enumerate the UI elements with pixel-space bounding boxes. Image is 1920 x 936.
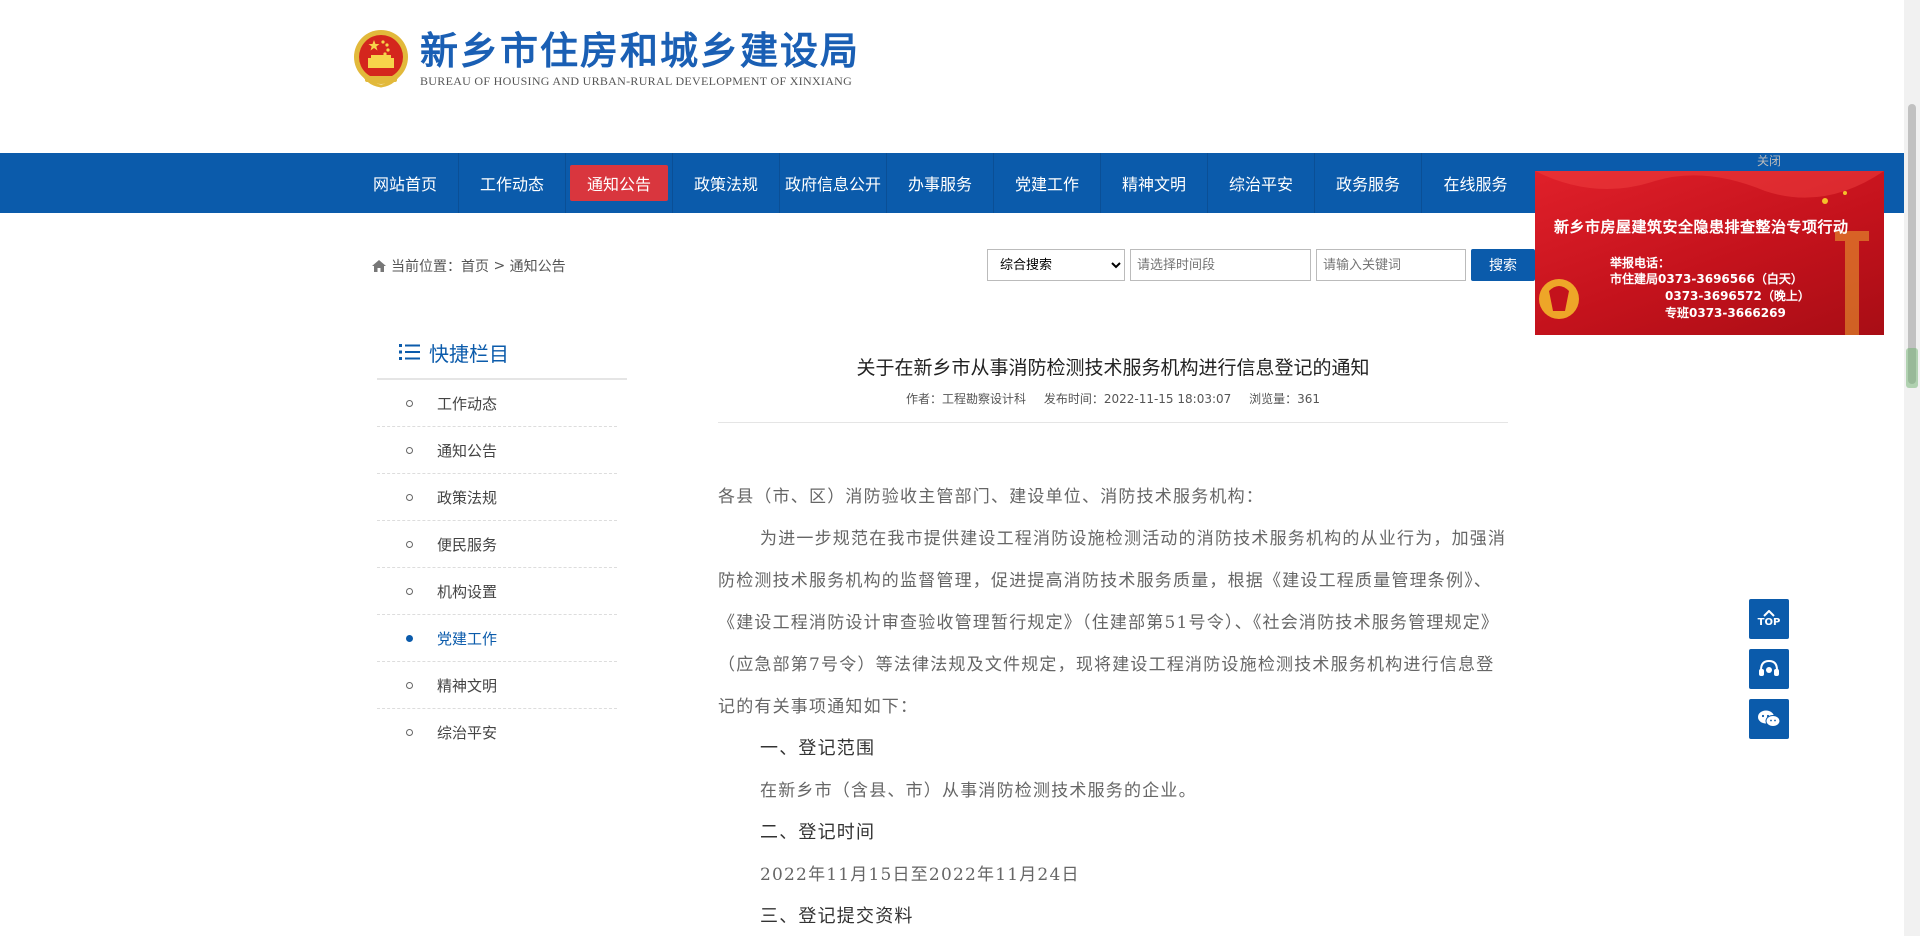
ad-hotline-task: 专班0373-3666269: [1665, 306, 1786, 320]
article-meta: 作者：工程勘察设计科 发布时间：2022-11-15 18:03:07 浏览量：…: [718, 390, 1508, 407]
ad-title: 新乡市房屋建筑安全隐患排查整治专项行动: [1554, 218, 1849, 236]
nav-item-online[interactable]: 在线服务: [1422, 153, 1529, 213]
sidebar-item-label: 综治平安: [437, 724, 498, 742]
wechat-button[interactable]: [1749, 699, 1789, 739]
keyword-input[interactable]: [1316, 249, 1466, 281]
bullet-icon: [406, 446, 413, 454]
article-divider: [718, 422, 1508, 423]
article-published: 发布时间：2022-11-15 18:03:07: [1043, 392, 1232, 406]
sidebar-item-label: 工作动态: [437, 394, 498, 413]
nav-item-civilization[interactable]: 精神文明: [1101, 153, 1208, 213]
time-range-input[interactable]: [1130, 249, 1311, 281]
bullet-icon: [406, 634, 413, 642]
sidebar-list: 工作动态 通知公告 政策法规 便民服务 机构设置 党建工作 精神文明 综治平安: [377, 380, 617, 756]
arrow-up-icon: [1763, 610, 1775, 617]
site-title: 新乡市住房和城乡建设局: [420, 28, 861, 73]
bullet-icon: [406, 540, 413, 548]
nav-label: 政务服务: [1335, 175, 1400, 194]
breadcrumb-current-link[interactable]: 通知公告: [510, 256, 566, 276]
sidebar-item-civilization[interactable]: 精神文明: [377, 662, 617, 709]
nav-label: 政策法规: [693, 175, 758, 194]
sidebar-item-label: 机构设置: [437, 582, 498, 601]
nav-label: 在线服务: [1443, 175, 1508, 194]
article-body: 各县（市、区）消防验收主管部门、建设单位、消防技术服务机构： 为进一步规范在我市…: [718, 476, 1508, 936]
article-intro: 为进一步规范在我市提供建设工程消防设施检测活动的消防技术服务机构的从业行为，加强…: [718, 529, 1507, 717]
nav-label: 精神文明: [1121, 175, 1186, 194]
nav-item-services[interactable]: 办事服务: [887, 153, 994, 213]
sidebar-item-convenience[interactable]: 便民服务: [377, 521, 617, 568]
bullet-icon: [406, 729, 413, 736]
nav-label: 党建工作: [1014, 175, 1079, 194]
article-title: 关于在新乡市从事消防检测技术服务机构进行信息登记的通知: [856, 357, 1370, 379]
nav-item-policies[interactable]: 政策法规: [673, 153, 780, 213]
quick-links-sidebar: 快捷栏目 工作动态 通知公告 政策法规 便民服务 机构设置 党建工作 精神文明 …: [377, 330, 627, 756]
section-text: 2022年11月15日至2022年11月24日: [760, 865, 1080, 885]
article-salutation: 各县（市、区）消防验收主管部门、建设单位、消防技术服务机构：: [718, 487, 1264, 507]
customer-service-button[interactable]: [1749, 649, 1789, 689]
nav-label: 政府信息公开: [784, 175, 881, 194]
nav-item-home[interactable]: 网站首页: [352, 153, 459, 213]
ad-hotline-day: 市住建局0373-3696566（白天）: [1610, 272, 1803, 286]
list-icon: [399, 344, 420, 360]
nav-item-party[interactable]: 党建工作: [994, 153, 1101, 213]
page-scrollbar[interactable]: [1904, 0, 1920, 936]
search-bar: 综合搜索 搜索: [987, 249, 1535, 281]
article-author: 作者：工程勘察设计科: [905, 392, 1026, 406]
home-icon: [372, 260, 386, 272]
sidebar-item-label: 通知公告: [437, 441, 498, 460]
search-button[interactable]: 搜索: [1471, 249, 1535, 281]
scrollbar-thumb[interactable]: [1908, 104, 1916, 384]
section-heading: 三、登记提交资料: [760, 906, 914, 927]
site-header: 新乡市住房和城乡建设局 BUREAU OF HOUSING AND URBAN-…: [0, 0, 1904, 153]
nav-item-work-news[interactable]: 工作动态: [459, 153, 566, 213]
back-to-top-button[interactable]: TOP: [1749, 599, 1789, 639]
nav-label: 网站首页: [372, 175, 437, 194]
scrollbar-marker: [1906, 348, 1918, 388]
nav-label: 办事服务: [907, 175, 972, 194]
sidebar-item-notices[interactable]: 通知公告: [377, 427, 617, 474]
breadcrumb-prefix: 当前位置：: [391, 259, 461, 275]
national-emblem-icon: [354, 30, 408, 88]
ad-hotline-label: 举报电话：: [1610, 256, 1671, 270]
ad-close-button[interactable]: 关闭: [1757, 152, 1781, 169]
floating-ad-banner[interactable]: 新乡市房屋建筑安全隐患排查整治专项行动 举报电话： 市住建局0373-36965…: [1535, 171, 1884, 335]
nav-item-notices[interactable]: 通知公告: [566, 153, 673, 213]
breadcrumb-home-link[interactable]: 首页: [461, 256, 489, 276]
wechat-icon: [1758, 710, 1781, 727]
bullet-icon: [406, 399, 413, 407]
sidebar-item-label: 党建工作: [437, 629, 498, 648]
nav-label: 工作动态: [479, 175, 544, 194]
section-heading: 一、登记范围: [760, 738, 876, 759]
headset-icon: [1759, 659, 1779, 676]
search-scope-select[interactable]: 综合搜索: [987, 249, 1125, 281]
nav-label: 通知公告: [569, 165, 668, 201]
bullet-icon: [406, 681, 413, 689]
breadcrumb-separator: >: [489, 258, 510, 274]
nav-item-gov-services[interactable]: 政务服务: [1315, 153, 1422, 213]
sidebar-item-label: 精神文明: [437, 676, 498, 695]
sidebar-item-policies[interactable]: 政策法规: [377, 474, 617, 521]
sidebar-item-work-news[interactable]: 工作动态: [377, 380, 617, 427]
breadcrumb: 当前位置： 首页 > 通知公告: [372, 256, 566, 276]
sidebar-item-safety[interactable]: 综治平安: [377, 709, 617, 756]
bullet-icon: [406, 493, 413, 501]
section-text: 在新乡市（含县、市）从事消防检测技术服务的企业。: [760, 781, 1197, 801]
sidebar-header: 快捷栏目: [377, 330, 627, 380]
nav-item-gov-info[interactable]: 政府信息公开: [780, 153, 887, 213]
sidebar-item-label: 便民服务: [437, 535, 498, 554]
nav-item-safety[interactable]: 综治平安: [1208, 153, 1315, 213]
section-heading: 二、登记时间: [760, 822, 876, 843]
site-subtitle: BUREAU OF HOUSING AND URBAN-RURAL DEVELO…: [420, 74, 853, 88]
site-logo[interactable]: 新乡市住房和城乡建设局 BUREAU OF HOUSING AND URBAN-…: [352, 28, 860, 90]
sidebar-item-party[interactable]: 党建工作: [377, 615, 617, 662]
bullet-icon: [406, 587, 413, 595]
article: 关于在新乡市从事消防检测技术服务机构进行信息登记的通知 作者：工程勘察设计科 发…: [718, 350, 1508, 936]
article-views: 浏览量：361: [1249, 392, 1321, 406]
sidebar-title: 快捷栏目: [429, 341, 509, 366]
nav-label: 综治平安: [1228, 175, 1293, 194]
top-label: TOP: [1757, 617, 1781, 628]
sidebar-item-organization[interactable]: 机构设置: [377, 568, 617, 615]
ad-hotline-night: 0373-3696572（晚上）: [1665, 289, 1810, 303]
sidebar-item-label: 政策法规: [437, 488, 498, 507]
